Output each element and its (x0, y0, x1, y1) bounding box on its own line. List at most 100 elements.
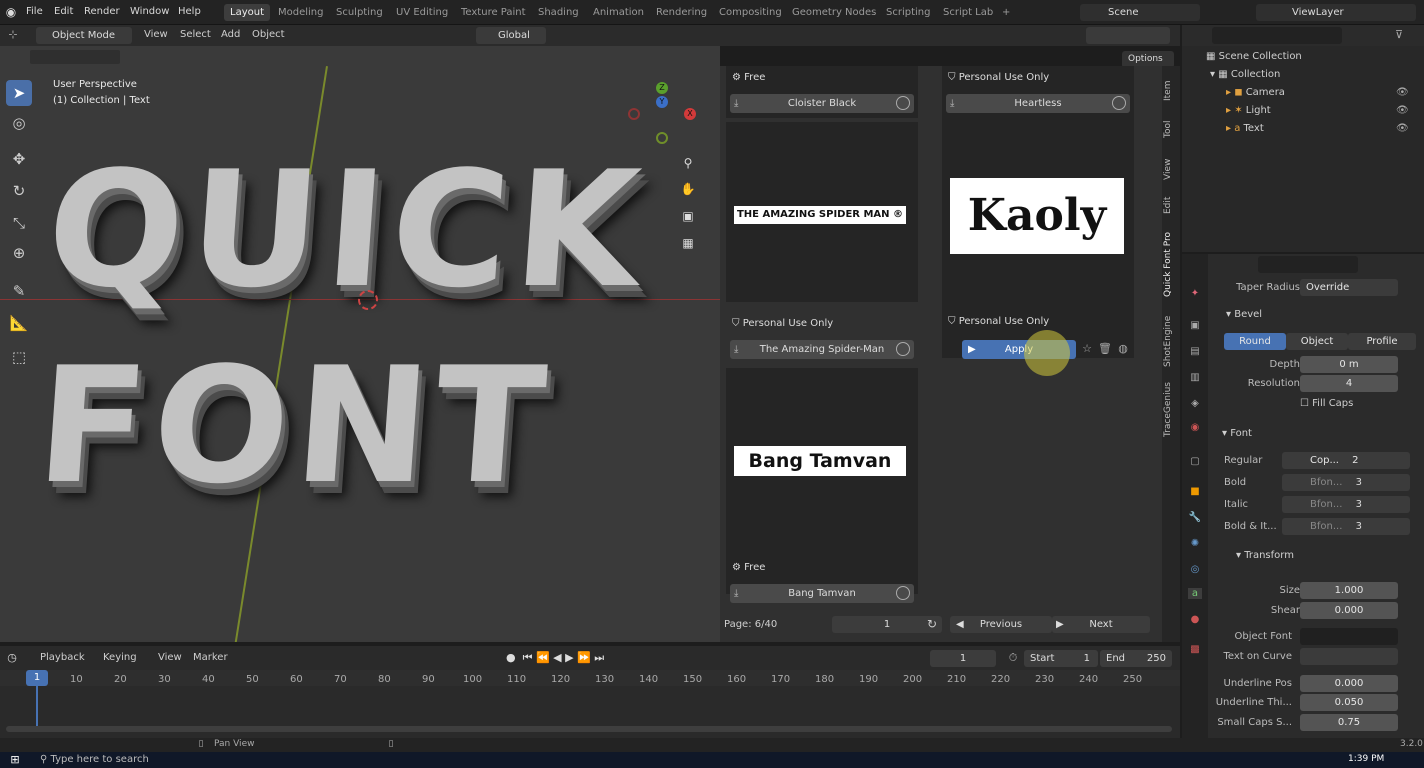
render-props-icon[interactable]: ▣ (1188, 320, 1202, 331)
outliner-search[interactable] (1212, 27, 1342, 44)
timeline-scrollbar[interactable] (6, 726, 1172, 732)
visibility-eye-icon[interactable]: 👁 (1396, 123, 1409, 134)
tab-shotengine[interactable]: ShotEngine (1163, 312, 1179, 370)
outliner-item-light[interactable]: ▸ ✶ Light (1226, 105, 1271, 116)
tab-rendering[interactable]: Rendering (650, 4, 713, 21)
shear-field[interactable]: 0.000 (1300, 602, 1398, 619)
size-field[interactable]: 1.000 (1300, 582, 1398, 599)
font-download-button[interactable]: ⤓ Cloister Black (730, 94, 914, 113)
measure-tool-icon[interactable]: 📐 (6, 310, 32, 336)
particles-props-icon[interactable]: ✺ (1188, 538, 1202, 549)
add-cube-tool-icon[interactable]: ⬚ (6, 344, 32, 370)
select-tool-icon[interactable]: ➤ (6, 80, 32, 106)
collection-props-icon[interactable]: ▢ (1188, 456, 1202, 467)
taskbar-search[interactable]: ⚲ Type here to search (40, 754, 240, 765)
tab-modeling[interactable]: Modeling (272, 4, 330, 21)
globe-icon[interactable] (1112, 96, 1126, 110)
font-regular-selector[interactable]: Cop... 2 (1282, 452, 1410, 469)
windows-start-icon[interactable]: ⊞ (8, 753, 22, 766)
zoom-icon[interactable]: ⚲ (680, 156, 696, 170)
text-on-curve-field[interactable] (1300, 648, 1398, 665)
shading-mode-group[interactable] (1086, 27, 1170, 44)
timeline-editor-type-icon[interactable]: ◷ (4, 651, 20, 664)
tool-props-icon[interactable]: ✦ (1188, 288, 1202, 299)
end-frame-field[interactable]: End 250 (1100, 650, 1172, 667)
fill-caps-checkbox[interactable]: ☐ Fill Caps (1300, 398, 1353, 409)
menu-window[interactable]: Window (130, 6, 169, 17)
bevel-profile-button[interactable]: Profile (1348, 333, 1416, 350)
filter-icon[interactable]: ⊽ (1392, 28, 1406, 41)
font-text-object[interactable]: FONT (31, 332, 556, 519)
outliner-item-text[interactable]: ▸ a Text (1226, 123, 1264, 134)
3d-viewport[interactable]: User Perspective (1) Collection | Text Q… (0, 46, 720, 642)
start-frame-field[interactable]: Start 1 (1024, 650, 1098, 667)
globe-icon[interactable]: ◍ (1116, 342, 1130, 355)
tab-layout[interactable]: Layout (224, 4, 270, 21)
output-props-icon[interactable]: ▤ (1188, 346, 1202, 357)
taper-radius-dropdown[interactable]: Override (1300, 279, 1398, 296)
tab-script-lab[interactable]: Script Lab (937, 4, 999, 21)
navigation-gizmo[interactable]: Z Y X (626, 82, 698, 148)
font-download-button[interactable]: ⤓ Bang Tamvan (730, 584, 914, 603)
font-card-heartless[interactable]: ⛉ Personal Use Only ⤓ Heartless Kaoly ⛉ P… (942, 66, 1134, 358)
resolution-field[interactable]: 4 (1300, 375, 1398, 392)
tab-animation[interactable]: Animation (587, 4, 650, 21)
texture-props-icon[interactable]: ▩ (1188, 644, 1202, 655)
tab-geometry-nodes[interactable]: Geometry Nodes (786, 4, 882, 21)
tab-sculpting[interactable]: Sculpting (330, 4, 389, 21)
world-props-icon[interactable]: ◉ (1188, 422, 1202, 433)
bevel-section-header[interactable]: ▾ Bevel (1226, 309, 1262, 320)
timeline-menu-playback[interactable]: Playback (40, 652, 85, 663)
move-tool-icon[interactable]: ✥ (6, 146, 32, 172)
globe-icon[interactable] (896, 96, 910, 110)
gizmo-x-axis[interactable]: X (684, 108, 696, 120)
scene-selector[interactable]: Scene (1080, 4, 1200, 21)
blender-logo-icon[interactable]: ◉ (4, 5, 18, 19)
tab-tracegenius[interactable]: TraceGenius (1163, 380, 1179, 440)
add-workspace-button[interactable]: + (996, 4, 1016, 21)
current-frame-field[interactable]: 1 (930, 650, 996, 667)
timeline-menu-keying[interactable]: Keying (103, 652, 137, 663)
properties-search[interactable] (1258, 256, 1358, 273)
material-props-icon[interactable]: ● (1188, 614, 1202, 625)
object-font-field[interactable] (1300, 628, 1398, 645)
globe-icon[interactable] (896, 586, 910, 600)
bevel-object-button[interactable]: Object (1286, 333, 1348, 350)
transform-section-header[interactable]: ▾ Transform (1236, 550, 1294, 561)
scene-props-icon[interactable]: ◈ (1188, 398, 1202, 409)
font-card-cloister-black[interactable]: ⚙ Free ⤓ Cloister Black (726, 66, 918, 118)
favorite-star-icon[interactable]: ☆ (1080, 342, 1094, 355)
globe-icon[interactable] (896, 342, 910, 356)
perspective-toggle-icon[interactable]: ▦ (680, 236, 696, 250)
3d-cursor[interactable] (358, 290, 378, 310)
font-bold-italic-selector[interactable]: Bfon... 3 (1282, 518, 1410, 535)
tab-quick-font-pro[interactable]: Quick Font Pro (1163, 228, 1179, 300)
collection-row[interactable]: ▾ ▦ Collection (1210, 69, 1280, 80)
previous-page-button[interactable]: ◀ Previous (950, 616, 1052, 633)
visibility-eye-icon[interactable]: 👁 (1396, 105, 1409, 116)
font-bold-selector[interactable]: Bfon... 3 (1282, 474, 1410, 491)
playhead-marker[interactable]: 1 (26, 670, 48, 686)
underline-thickness-field[interactable]: 0.050 (1300, 694, 1398, 711)
viewport-menu-add[interactable]: Add (221, 29, 240, 40)
scene-collection-row[interactable]: ▦ Scene Collection (1206, 51, 1302, 62)
viewport-menu-object[interactable]: Object (252, 29, 285, 40)
tab-view[interactable]: View (1163, 154, 1179, 184)
view-layer-selector[interactable]: ViewLayer (1256, 4, 1416, 21)
viewport-menu-select[interactable]: Select (180, 29, 211, 40)
refresh-icon[interactable]: ↻ (924, 617, 940, 631)
timeline-menu-view[interactable]: View (158, 652, 182, 663)
menu-help[interactable]: Help (178, 6, 201, 17)
object-props-icon[interactable]: ■ (1188, 486, 1202, 497)
physics-props-icon[interactable]: ◎ (1188, 564, 1202, 575)
gizmo-neg-z[interactable] (656, 132, 668, 144)
menu-edit[interactable]: Edit (54, 6, 73, 17)
object-mode-dropdown[interactable]: Object Mode (36, 27, 132, 44)
tab-item[interactable]: Item (1163, 76, 1179, 106)
rotate-tool-icon[interactable]: ↻ (6, 178, 32, 204)
orientation-dropdown[interactable]: Global (476, 27, 546, 44)
camera-view-icon[interactable]: ▣ (680, 209, 696, 223)
tab-uv-editing[interactable]: UV Editing (390, 4, 454, 21)
quick-text-object[interactable]: QUICK (41, 136, 651, 323)
delete-icon[interactable]: 🗑 (1098, 342, 1112, 355)
